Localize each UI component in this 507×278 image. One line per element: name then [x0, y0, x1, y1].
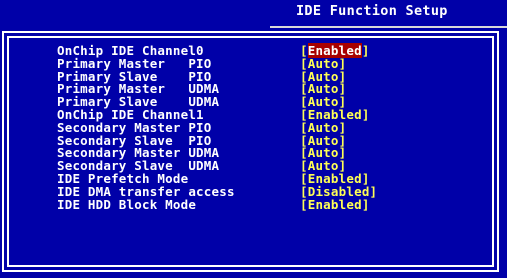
setting-row[interactable]: Secondary Master PIO [Auto] [9, 119, 492, 135]
setting-value[interactable]: [Enabled] [300, 196, 370, 212]
bracket-right: ] [361, 107, 370, 122]
setting-label: IDE DMA transfer access [57, 183, 235, 199]
bios-screen: IDE Function Setup OnChip IDE Channel0 [E… [0, 0, 507, 278]
setting-label: Primary Master PIO [57, 55, 212, 71]
bracket-right: ] [361, 43, 370, 58]
setting-row[interactable]: IDE DMA transfer access [Disabled] [9, 183, 492, 199]
title-bar: IDE Function Setup [270, 0, 507, 30]
bracket-left: [ [300, 196, 308, 212]
setting-row[interactable]: Primary Master PIO [Auto] [9, 55, 492, 71]
title-underline [270, 26, 507, 28]
settings-panel-inner: OnChip IDE Channel0 [Enabled] Primary Mast… [7, 36, 494, 267]
setting-value-text: Enabled [307, 196, 362, 212]
screen-title: IDE Function Setup [296, 3, 448, 19]
setting-row[interactable]: IDE HDD Block Mode [Enabled] [9, 196, 492, 212]
bracket-right: ] [361, 196, 370, 212]
setting-label: Secondary Master PIO [57, 119, 212, 135]
settings-panel: OnChip IDE Channel0 [Enabled] Primary Mast… [2, 31, 499, 272]
bracket-right: ] [369, 183, 378, 199]
setting-label: IDE HDD Block Mode [57, 196, 197, 212]
